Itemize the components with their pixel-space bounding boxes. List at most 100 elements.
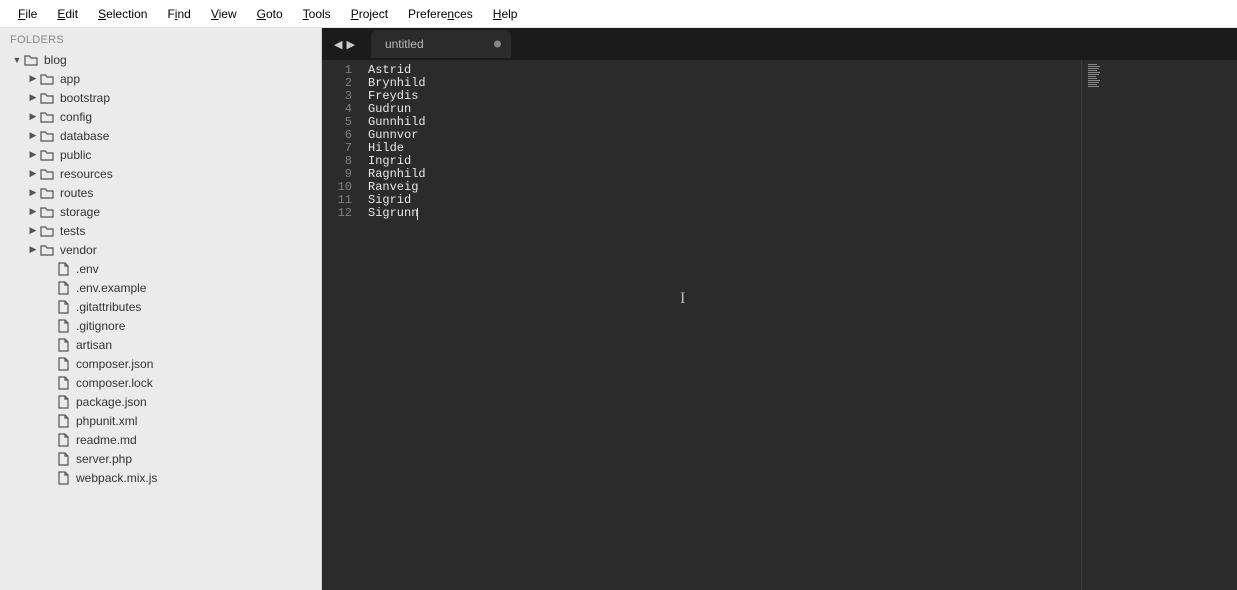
menu-file[interactable]: File [8, 3, 47, 25]
tree-item-label: vendor [60, 243, 97, 257]
file-artisan[interactable]: artisan [4, 335, 321, 354]
minimap-line [1088, 70, 1097, 71]
code-line[interactable]: Ragnhild [368, 168, 1081, 181]
code-line[interactable]: Gunnvor [368, 129, 1081, 142]
folder-app[interactable]: ▶app [4, 69, 321, 88]
menu-preferences[interactable]: Preferences [398, 3, 483, 25]
folder-database[interactable]: ▶database [4, 126, 321, 145]
file--env-example[interactable]: .env.example [4, 278, 321, 297]
file-icon [56, 452, 70, 466]
disclosure-icon[interactable]: ▶ [28, 187, 38, 198]
disclosure-icon[interactable]: ▶ [28, 92, 38, 103]
tree-item-label: .gitignore [76, 319, 125, 333]
menu-help[interactable]: Help [483, 3, 528, 25]
tree-item-label: webpack.mix.js [76, 471, 157, 485]
tab-untitled[interactable]: untitled [371, 30, 511, 58]
file-server-php[interactable]: server.php [4, 449, 321, 468]
file-webpack-mix-js[interactable]: webpack.mix.js [4, 468, 321, 487]
editor-area: ◀ ▶ untitled 123456789101112 AstridBrynh… [322, 28, 1237, 590]
file-composer-lock[interactable]: composer.lock [4, 373, 321, 392]
folder-icon [40, 110, 54, 124]
disclosure-icon[interactable]: ▶ [28, 149, 38, 160]
disclosure-icon[interactable]: ▶ [28, 111, 38, 122]
menu-project[interactable]: Project [341, 3, 398, 25]
code-line[interactable]: Gunnhild [368, 116, 1081, 129]
disclosure-icon[interactable]: ▶ [28, 206, 38, 217]
menu-bar: FileEditSelectionFindViewGotoToolsProjec… [0, 0, 1237, 28]
file-icon [56, 433, 70, 447]
code-line[interactable]: Ingrid [368, 155, 1081, 168]
minimap-line [1088, 86, 1099, 87]
code-line[interactable]: Sigrid [368, 194, 1081, 207]
nav-arrows: ◀ ▶ [328, 38, 361, 51]
folder-config[interactable]: ▶config [4, 107, 321, 126]
minimap-line [1088, 72, 1100, 73]
menu-tools[interactable]: Tools [293, 3, 341, 25]
folder-vendor[interactable]: ▶ vendor [4, 240, 321, 259]
folder-icon [24, 53, 38, 67]
disclosure-icon[interactable]: ▼ [12, 55, 22, 65]
line-number: 3 [322, 90, 360, 103]
minimap-line [1088, 68, 1099, 69]
file-icon [56, 300, 70, 314]
file-readme-md[interactable]: readme.md [4, 430, 321, 449]
file-phpunit-xml[interactable]: phpunit.xml [4, 411, 321, 430]
folder-icon [40, 186, 54, 200]
folder-public[interactable]: ▶public [4, 145, 321, 164]
tree-item-label: package.json [76, 395, 147, 409]
file-icon [56, 471, 70, 485]
menu-find[interactable]: Find [157, 3, 200, 25]
menu-selection[interactable]: Selection [88, 3, 157, 25]
folder-tree[interactable]: ▼blog▶app▶bootstrap▶config▶database▶publ… [0, 50, 321, 590]
code-line[interactable]: Sigrunn [368, 207, 1081, 220]
editor-body: 123456789101112 AstridBrynhildFreydisGud… [322, 60, 1237, 590]
folder-storage[interactable]: ▶ storage [4, 202, 321, 221]
line-number: 12 [322, 207, 360, 220]
code-line[interactable]: Brynhild [368, 77, 1081, 90]
tree-item-label: composer.json [76, 357, 153, 371]
folder-resources[interactable]: ▶ resources [4, 164, 321, 183]
folder-blog[interactable]: ▼ blog [4, 50, 321, 69]
file-icon [56, 376, 70, 390]
file--env[interactable]: .env [4, 259, 321, 278]
minimap-line [1088, 64, 1097, 65]
folder-routes[interactable]: ▶routes [4, 183, 321, 202]
nav-back-icon[interactable]: ◀ [334, 38, 342, 51]
file-icon [56, 414, 70, 428]
minimap-line [1088, 80, 1100, 81]
tree-item-label: tests [60, 224, 85, 238]
folder-tests[interactable]: ▶ tests [4, 221, 321, 240]
tree-item-label: bootstrap [60, 91, 110, 105]
code-line[interactable]: Freydis [368, 90, 1081, 103]
nav-forward-icon[interactable]: ▶ [346, 38, 354, 51]
folder-bootstrap[interactable]: ▶ bootstrap [4, 88, 321, 107]
disclosure-icon[interactable]: ▶ [28, 168, 38, 179]
editor-right-strip [1172, 60, 1237, 590]
menu-view[interactable]: View [201, 3, 247, 25]
code-line[interactable]: Astrid [368, 64, 1081, 77]
disclosure-icon[interactable]: ▶ [28, 130, 38, 141]
line-number: 6 [322, 129, 360, 142]
menu-edit[interactable]: Edit [47, 3, 88, 25]
main-area: FOLDERS ▼blog▶app▶bootstrap▶config▶datab… [0, 28, 1237, 590]
text-editor[interactable]: AstridBrynhildFreydisGudrunGunnhildGunnv… [360, 60, 1082, 590]
file-icon [56, 281, 70, 295]
code-line[interactable]: Hilde [368, 142, 1081, 155]
tree-item-label: storage [60, 205, 100, 219]
disclosure-icon[interactable]: ▶ [28, 73, 38, 84]
code-line[interactable]: Ranveig [368, 181, 1081, 194]
file--gitignore[interactable]: .gitignore [4, 316, 321, 335]
tree-item-label: blog [44, 53, 67, 67]
disclosure-icon[interactable]: ▶ [28, 244, 38, 255]
file--gitattributes[interactable]: .gitattributes [4, 297, 321, 316]
menu-goto[interactable]: Goto [247, 3, 293, 25]
tree-item-label: resources [60, 167, 113, 181]
file-composer-json[interactable]: composer.json [4, 354, 321, 373]
disclosure-icon[interactable]: ▶ [28, 225, 38, 236]
code-line[interactable]: Gudrun [368, 103, 1081, 116]
file-package-json[interactable]: package.json [4, 392, 321, 411]
minimap[interactable] [1082, 60, 1172, 590]
tree-item-label: readme.md [76, 433, 137, 447]
file-icon [56, 319, 70, 333]
folder-icon [40, 129, 54, 143]
